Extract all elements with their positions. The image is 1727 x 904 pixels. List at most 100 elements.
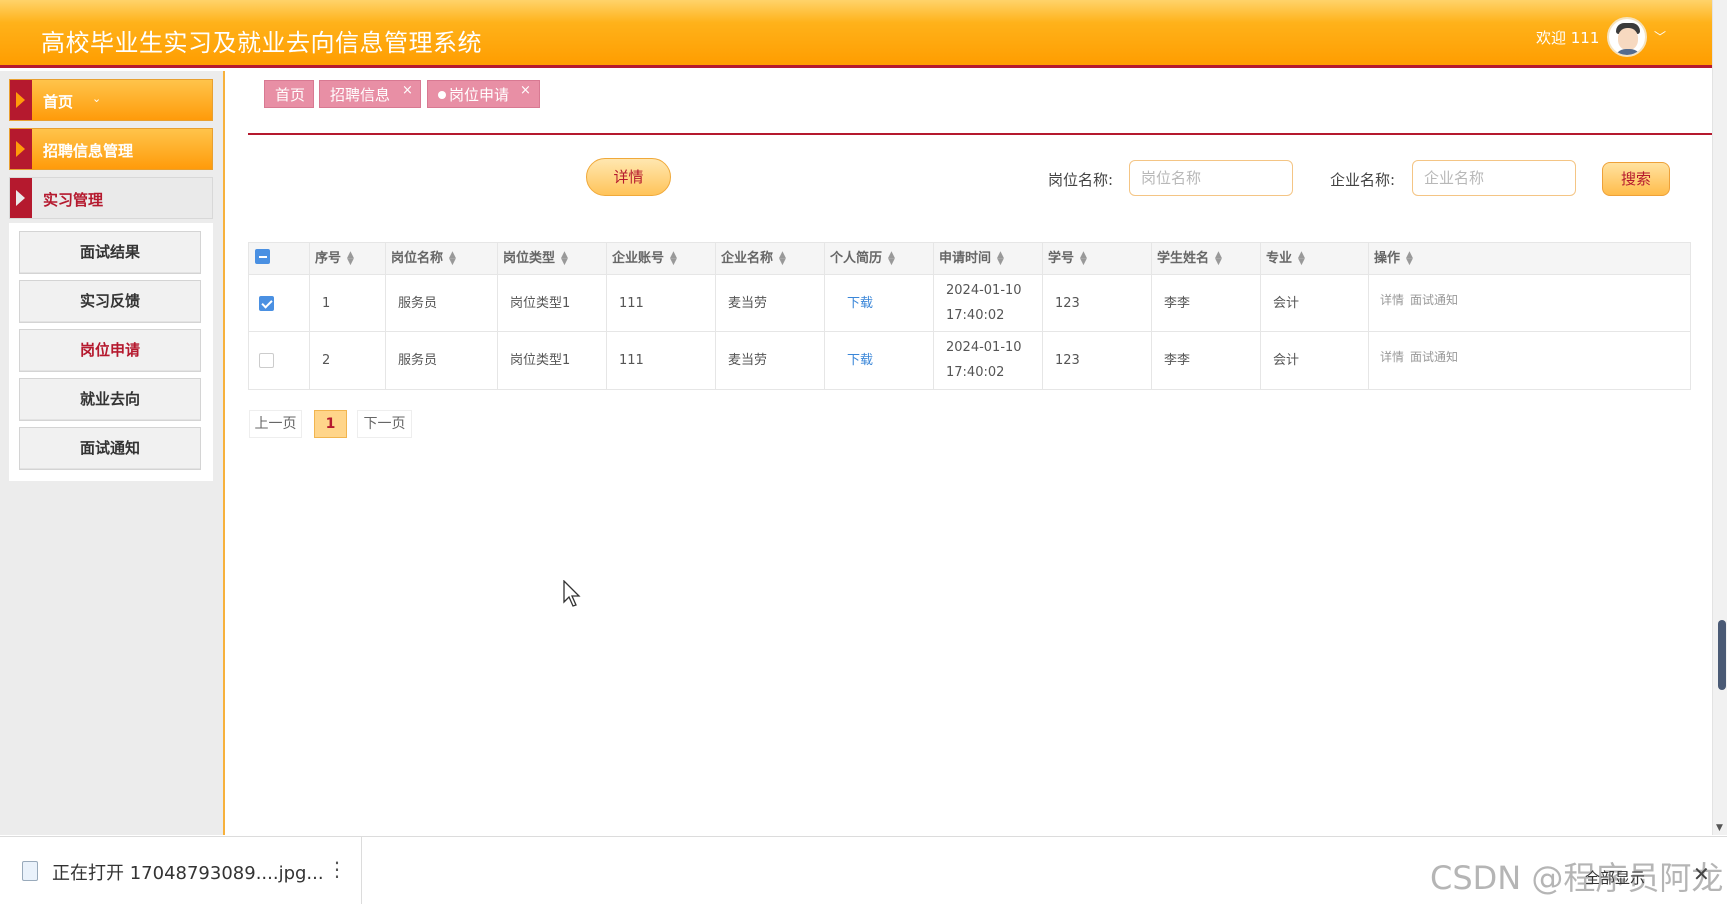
menu-arrow-icon (10, 80, 32, 120)
col-header-ops[interactable]: 操作 ▲ ▼ (1369, 243, 1690, 275)
more-options-icon[interactable]: ⋮ (327, 857, 347, 881)
app-header: 高校毕业生实习及就业去向信息管理系统 欢迎 111 ﹀ (0, 0, 1712, 68)
sort-icon[interactable]: ▲ ▼ (1080, 250, 1087, 266)
active-dot-icon (438, 91, 446, 99)
submenu-interview-notice[interactable]: 面试通知 (19, 427, 201, 470)
submenu-job-application[interactable]: 岗位申请 (19, 329, 201, 372)
cell-time: 2024-01-10 17:40:02 (934, 275, 1043, 332)
job-name-input[interactable] (1129, 160, 1293, 196)
submenu-internship-feedback[interactable]: 实习反馈 (19, 280, 201, 323)
sort-icon[interactable]: ▲ ▼ (1298, 250, 1305, 266)
cell-no: 2 (310, 332, 386, 389)
col-header-student-no[interactable]: 学号 ▲ ▼ (1043, 243, 1152, 275)
cell-job-name: 服务员 (386, 275, 498, 332)
submenu-employment-destination[interactable]: 就业去向 (19, 378, 201, 421)
cell-job-type: 岗位类型1 (498, 332, 607, 389)
col-header-job-name[interactable]: 岗位名称 ▲ ▼ (386, 243, 498, 275)
col-header-time[interactable]: 申请时间 ▲ ▼ (934, 243, 1043, 275)
scrollbar-thumb[interactable] (1718, 620, 1726, 690)
file-icon (22, 861, 38, 881)
row-detail-link[interactable]: 详情 (1380, 293, 1404, 307)
tab-divider (248, 133, 1712, 135)
application-table: 序号 ▲ ▼ 岗位名称 ▲ ▼ 岗位类型 ▲ ▼ 企业账号 ▲ ▼ 企业名称 ▲ ▼ 个人简历 ▲ ▼ … (248, 242, 1691, 390)
sidebar-item-recruitment[interactable]: 招聘信息管理 (9, 128, 213, 170)
sort-icon[interactable]: ▲ ▼ (1406, 250, 1413, 266)
cell-student-name: 李李 (1152, 275, 1261, 332)
cell-student-no: 123 (1043, 275, 1152, 332)
cell-student-name: 李李 (1152, 332, 1261, 389)
prev-page-button[interactable]: 上一页 (249, 410, 302, 438)
row-detail-link[interactable]: 详情 (1380, 350, 1404, 364)
table-row: 2 服务员 岗位类型1 111 麦当劳 下载 2024-01-10 17:40:… (249, 332, 1690, 389)
cell-company: 麦当劳 (716, 332, 825, 389)
resume-download-link[interactable]: 下载 (825, 332, 934, 389)
next-page-button[interactable]: 下一页 (357, 410, 412, 438)
chevron-down-icon[interactable]: ﹀ (1654, 28, 1666, 45)
row-select-cell (249, 275, 310, 332)
cell-ops: 详情 面试通知 (1369, 275, 1690, 332)
app-title: 高校毕业生实习及就业去向信息管理系统 (41, 29, 482, 57)
select-all-checkbox[interactable] (255, 249, 270, 264)
cell-job-name: 服务员 (386, 332, 498, 389)
sort-icon[interactable]: ▲ ▼ (347, 250, 354, 266)
sort-icon[interactable]: ▲ ▼ (670, 250, 677, 266)
cell-student-no: 123 (1043, 332, 1152, 389)
user-avatar-icon[interactable] (1607, 17, 1647, 57)
row-interview-notice-link[interactable]: 面试通知 (1410, 293, 1458, 307)
sidebar-item-home[interactable]: 首页 ⌄ (9, 79, 213, 121)
show-all-button[interactable]: 全部显示 (1585, 867, 1645, 888)
vertical-scrollbar[interactable]: ▼ (1712, 0, 1727, 835)
col-header-job-type[interactable]: 岗位类型 ▲ ▼ (498, 243, 607, 275)
download-file-text: 正在打开 17048793089....jpg... (52, 863, 324, 884)
row-select-cell (249, 332, 310, 389)
row-checkbox[interactable] (259, 353, 274, 368)
row-interview-notice-link[interactable]: 面试通知 (1410, 350, 1458, 364)
col-header-account[interactable]: 企业账号 ▲ ▼ (607, 243, 716, 275)
cell-job-type: 岗位类型1 (498, 275, 607, 332)
mouse-cursor-icon (563, 580, 581, 607)
sidebar-item-internship[interactable]: 实习管理 (9, 177, 213, 219)
submenu-interview-result[interactable]: 面试结果 (19, 231, 201, 274)
cell-major: 会计 (1261, 332, 1369, 389)
col-header-resume[interactable]: 个人简历 ▲ ▼ (825, 243, 934, 275)
col-header-no[interactable]: 序号 ▲ ▼ (310, 243, 386, 275)
cell-no: 1 (310, 275, 386, 332)
welcome-text: 欢迎 111 (1536, 29, 1600, 47)
sort-icon[interactable]: ▲ ▼ (779, 250, 786, 266)
watermark: CSDN @程序员阿龙 (1430, 859, 1724, 897)
download-item[interactable]: 正在打开 17048793089....jpg... ⋮ (0, 837, 362, 904)
cell-ops: 详情 面试通知 (1369, 332, 1690, 389)
scroll-down-arrow-icon[interactable]: ▼ (1716, 823, 1723, 833)
tab-home[interactable]: 首页 (264, 80, 314, 108)
col-header-student-name[interactable]: 学生姓名 ▲ ▼ (1152, 243, 1261, 275)
job-name-label: 岗位名称: (1048, 171, 1114, 189)
menu-arrow-icon (10, 178, 32, 218)
close-icon[interactable]: × (402, 77, 413, 105)
company-name-input[interactable] (1412, 160, 1576, 196)
row-checkbox[interactable] (259, 296, 274, 311)
page-number-current[interactable]: 1 (314, 410, 347, 438)
menu-arrow-icon (10, 129, 32, 169)
tab-recruitment-info[interactable]: 招聘信息 × (319, 80, 421, 108)
close-icon[interactable]: × (520, 77, 531, 105)
search-button[interactable]: 搜索 (1602, 162, 1670, 196)
sort-icon[interactable]: ▲ ▼ (888, 250, 895, 266)
sort-icon[interactable]: ▲ ▼ (561, 250, 568, 266)
cell-account: 111 (607, 332, 716, 389)
sort-icon[interactable]: ▲ ▼ (449, 250, 456, 266)
table-header: 序号 ▲ ▼ 岗位名称 ▲ ▼ 岗位类型 ▲ ▼ 企业账号 ▲ ▼ 企业名称 ▲ ▼ 个人简历 ▲ ▼ … (249, 243, 1690, 275)
detail-button[interactable]: 详情 (586, 158, 671, 196)
col-header-major[interactable]: 专业 ▲ ▼ (1261, 243, 1369, 275)
cell-company: 麦当劳 (716, 275, 825, 332)
close-icon[interactable]: ✕ (1693, 862, 1710, 886)
resume-download-link[interactable]: 下载 (825, 275, 934, 332)
sort-icon[interactable]: ▲ ▼ (997, 250, 1004, 266)
cell-time: 2024-01-10 17:40:02 (934, 332, 1043, 389)
sort-icon[interactable]: ▲ ▼ (1215, 250, 1222, 266)
tab-job-application[interactable]: 岗位申请 × (427, 80, 540, 108)
cell-account: 111 (607, 275, 716, 332)
table-row: 1 服务员 岗位类型1 111 麦当劳 下载 2024-01-10 17:40:… (249, 275, 1690, 332)
select-all-cell (249, 243, 310, 275)
col-header-company[interactable]: 企业名称 ▲ ▼ (716, 243, 825, 275)
cell-major: 会计 (1261, 275, 1369, 332)
